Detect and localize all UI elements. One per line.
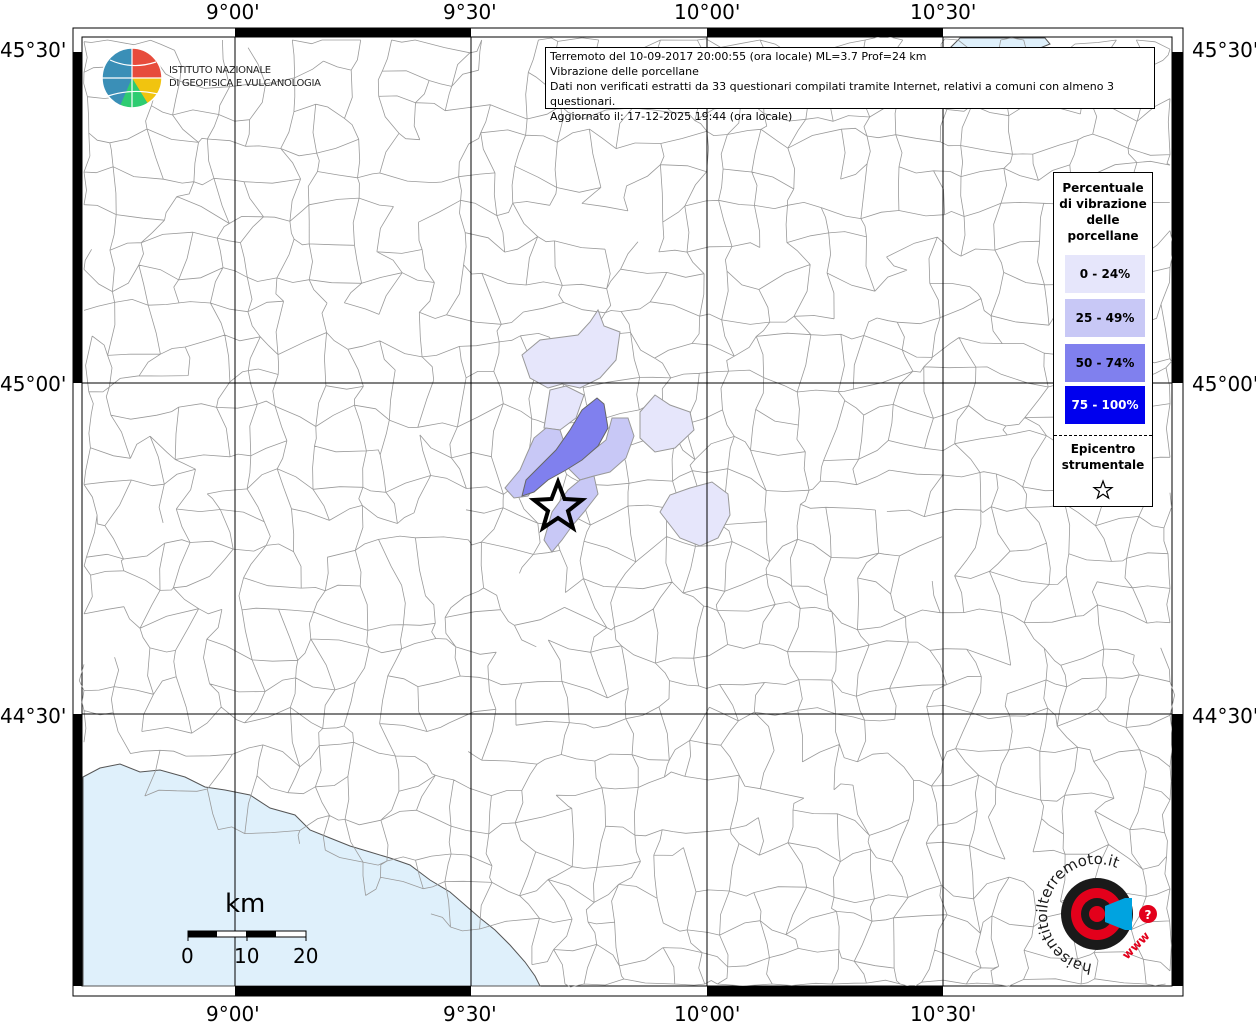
legend-class-25-49: 25 - 49% <box>1065 299 1145 337</box>
lat-left-44-30: 44°30' <box>0 704 67 728</box>
svg-text:haisentitoilterremoto.it: haisentitoilterremoto.it <box>1033 850 1122 978</box>
event-subtitle: Vibrazione delle porcellane <box>550 65 699 78</box>
legend-epicenter: Epicentro strumentale <box>1054 441 1152 505</box>
event-updated: Aggiornato il: 17-12-2025 19:44 (ora loc… <box>550 110 793 123</box>
legend-title-line3: delle <box>1086 213 1120 227</box>
event-info-box: Terremoto del 10-09-2017 20:00:55 (ora l… <box>545 47 1155 123</box>
lon-bottom-9-30: 9°30' <box>443 1002 497 1026</box>
ingv-line1: ISTITUTO NAZIONALE <box>169 65 271 76</box>
legend-class-50-74: 50 - 74% <box>1065 344 1145 382</box>
ingv-line2: DI GEOFISICA E VULCANOLOGIA <box>169 78 321 89</box>
event-data-note: Dati non verificati estratti da 33 quest… <box>550 80 1115 108</box>
legend-title-line4: porcellane <box>1067 229 1139 243</box>
lon-top-10-00: 10°00' <box>674 0 741 24</box>
lat-right-45-30: 45°30' <box>1192 38 1256 62</box>
hsit-brand-text: haisentitoilterremoto.it www <box>1033 850 1153 978</box>
legend-separator <box>1054 435 1152 436</box>
lat-right-45-00: 45°00' <box>1192 372 1256 396</box>
ingv-logo-icon <box>101 47 163 109</box>
scale-bar-tick-20: 20 <box>293 944 319 968</box>
lon-bottom-9-00: 9°00' <box>206 1002 260 1026</box>
hsit-brand-name: haisentitoilterremoto.it <box>1033 850 1122 978</box>
lon-bottom-10-30: 10°30' <box>910 1002 977 1026</box>
hsit-brand-url: www <box>1119 929 1152 962</box>
legend-title: Percentuale di vibrazione delle porcella… <box>1054 180 1152 244</box>
lat-left-45-00: 45°00' <box>0 372 67 396</box>
scale-bar-tick-0: 0 <box>181 944 194 968</box>
legend-panel: Percentuale di vibrazione delle porcella… <box>1053 172 1153 507</box>
lat-right-44-30: 44°30' <box>1192 704 1256 728</box>
lon-top-9-30: 9°30' <box>443 0 497 24</box>
ingv-logo-text: ISTITUTO NAZIONALE DI GEOFISICA E VULCAN… <box>169 64 321 90</box>
lon-top-9-00: 9°00' <box>206 0 260 24</box>
lon-bottom-10-00: 10°00' <box>674 1002 741 1026</box>
legend-title-line1: Percentuale <box>1062 181 1144 195</box>
lat-left-45-30: 45°30' <box>0 38 67 62</box>
legend-class-75-100: 75 - 100% <box>1065 386 1145 424</box>
scale-bar-tick-10: 10 <box>234 944 260 968</box>
scale-bar-unit: km <box>225 889 266 919</box>
legend-star-icon <box>1092 479 1114 500</box>
lon-top-10-30: 10°30' <box>910 0 977 24</box>
legend-class-0-24: 0 - 24% <box>1065 255 1145 293</box>
event-title: Terremoto del 10-09-2017 20:00:55 (ora l… <box>550 50 927 63</box>
legend-title-line2: di vibrazione <box>1059 197 1147 211</box>
legend-epicenter-line1: Epicentro <box>1070 442 1136 456</box>
legend-epicenter-line2: strumentale <box>1061 458 1145 472</box>
